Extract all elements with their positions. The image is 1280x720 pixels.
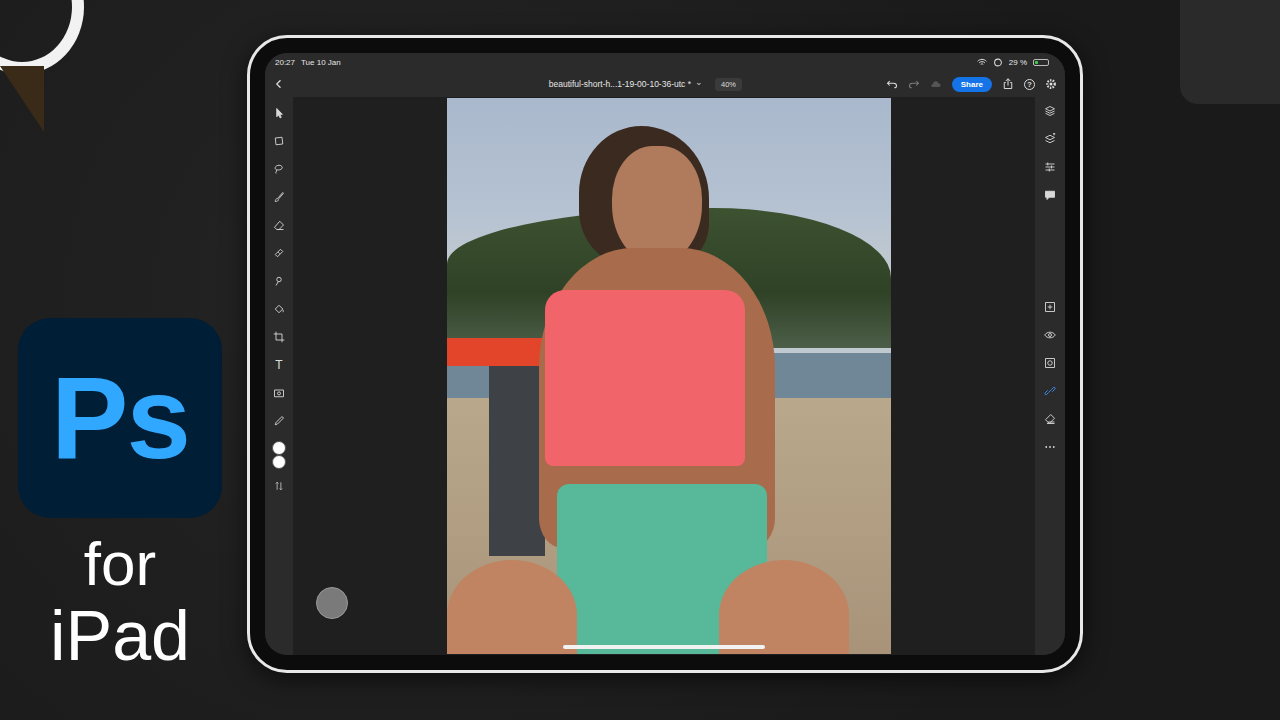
tool-icon <box>273 191 285 203</box>
undo-icon[interactable] <box>886 78 898 90</box>
photoshop-logo: Ps <box>18 318 222 518</box>
tool-icon <box>273 247 285 259</box>
tool-bar: T <box>265 97 293 655</box>
tool-button[interactable] <box>271 413 287 429</box>
ipad-frame: 20:27 Tue 10 Jan 29 % beautiful-short-h.… <box>247 35 1083 673</box>
battery-percent: 29 % <box>1009 58 1027 67</box>
swap-colors-icon[interactable] <box>274 481 284 491</box>
tool-button[interactable] <box>271 217 287 233</box>
tool-button[interactable] <box>271 161 287 177</box>
caption-line: iPad <box>50 598 190 675</box>
tool-button[interactable] <box>271 273 287 289</box>
gear-icon[interactable] <box>1045 78 1057 90</box>
panel-icon[interactable] <box>1044 189 1056 201</box>
tool-icon <box>273 415 285 427</box>
home-indicator <box>563 645 765 649</box>
layer-action-icon[interactable] <box>1044 385 1056 397</box>
tool-button[interactable] <box>271 189 287 205</box>
tool-button[interactable] <box>271 245 287 261</box>
tool-button[interactable] <box>271 385 287 401</box>
caption-line: for <box>84 530 156 598</box>
touch-shortcut-button[interactable] <box>316 587 348 619</box>
tool-icon <box>273 303 285 315</box>
canvas-area <box>293 97 1035 655</box>
tool-button[interactable] <box>271 301 287 317</box>
panel-icon[interactable] <box>1044 105 1056 117</box>
headphone-decor <box>0 0 84 74</box>
color-swatch[interactable] <box>272 441 286 455</box>
export-icon[interactable] <box>1002 78 1014 90</box>
ipad-screen: 20:27 Tue 10 Jan 29 % beautiful-short-h.… <box>265 53 1065 655</box>
tool-icon <box>273 163 285 175</box>
decor-block <box>1180 0 1280 104</box>
tool-icon <box>273 107 285 119</box>
battery-icon <box>1033 59 1049 66</box>
decor-wedge <box>0 66 44 132</box>
zoom-level[interactable]: 40% <box>715 78 742 91</box>
photo-canvas[interactable] <box>447 98 891 654</box>
thumbnail: Ps foriPad 20:27 Tue 10 Jan 29 % beautif… <box>0 0 1280 720</box>
tool-icon <box>273 135 285 147</box>
title-menu[interactable]: ⌄ <box>695 77 703 87</box>
panel-icon[interactable] <box>1044 133 1056 145</box>
status-date: Tue 10 Jan <box>301 58 341 67</box>
layer-action-icon[interactable] <box>1044 301 1056 313</box>
tool-button[interactable]: T <box>271 357 287 373</box>
tool-icon <box>273 331 285 343</box>
tool-icon <box>273 275 285 287</box>
status-time: 20:27 <box>275 58 295 67</box>
redo-icon[interactable] <box>908 78 920 90</box>
layer-action-icon[interactable] <box>1044 441 1056 453</box>
share-button[interactable]: Share <box>952 77 992 92</box>
color-swatch[interactable] <box>272 455 286 469</box>
layer-action-icon[interactable] <box>1044 329 1056 341</box>
back-icon[interactable] <box>273 78 285 90</box>
wifi-icon <box>977 58 987 67</box>
tool-icon <box>273 219 285 231</box>
tool-button[interactable] <box>271 133 287 149</box>
tool-icon <box>273 387 285 399</box>
tool-button[interactable] <box>271 329 287 345</box>
help-button[interactable]: ? <box>1024 79 1035 90</box>
layer-action-icon[interactable] <box>1044 413 1056 425</box>
properties-bar <box>1035 97 1065 655</box>
color-swatches[interactable] <box>272 441 286 469</box>
top-toolbar: beautiful-short-h...1-19-00-10-36-utc * … <box>265 71 1065 97</box>
location-icon <box>993 58 1003 67</box>
panel-icon[interactable] <box>1044 161 1056 173</box>
document-title[interactable]: beautiful-short-h...1-19-00-10-36-utc * <box>549 79 691 89</box>
cloud-icon[interactable] <box>930 78 942 90</box>
tool-button[interactable] <box>271 105 287 121</box>
brand: Ps foriPad <box>18 318 222 675</box>
status-bar: 20:27 Tue 10 Jan 29 % <box>265 53 1065 71</box>
layer-action-icon[interactable] <box>1044 357 1056 369</box>
